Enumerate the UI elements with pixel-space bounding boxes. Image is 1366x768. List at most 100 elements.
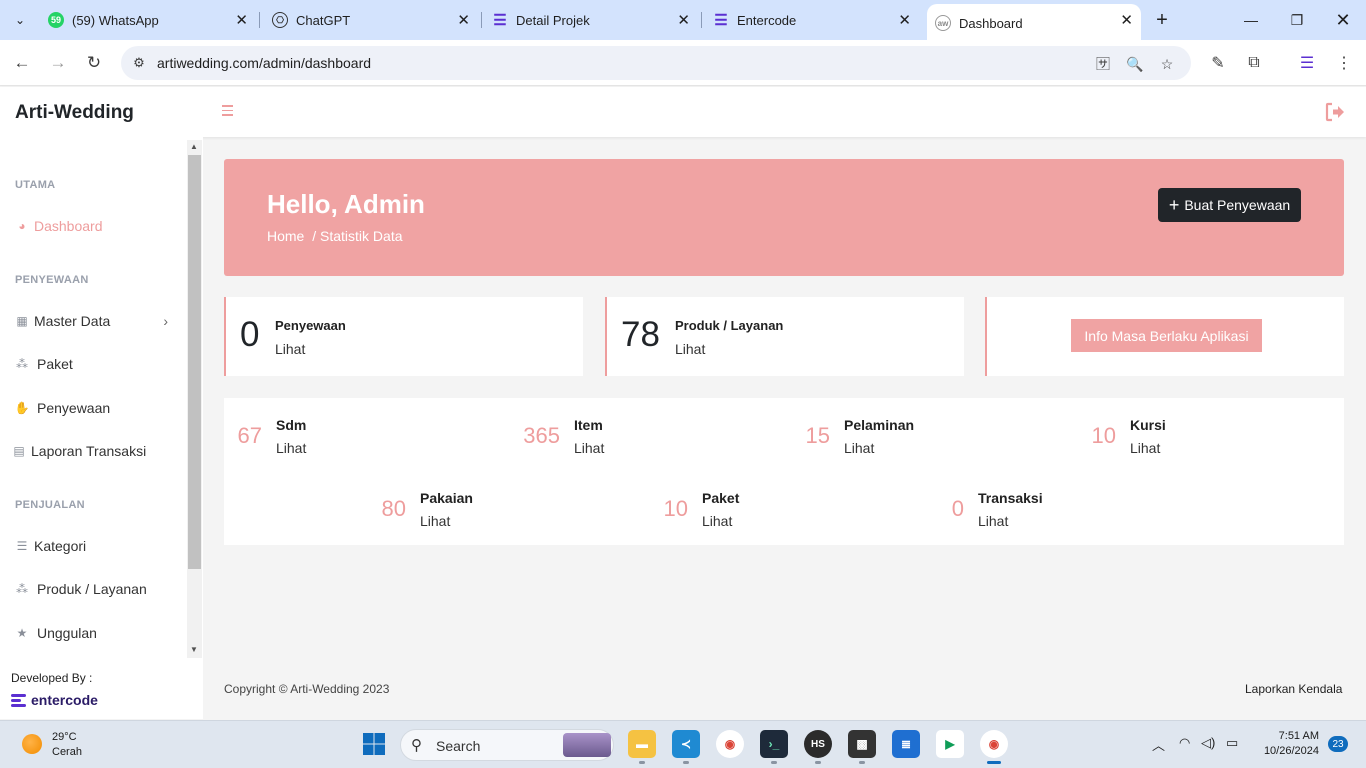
logout-icon[interactable] xyxy=(1324,101,1346,123)
stat-view-link[interactable]: Lihat xyxy=(574,440,604,456)
stat-label: Sdm xyxy=(276,417,307,433)
scroll-up-arrow[interactable]: ▲ xyxy=(190,142,198,151)
heidisql-icon[interactable]: HS xyxy=(804,730,832,758)
close-tab-icon[interactable]: ✕ xyxy=(235,11,248,29)
notepad-icon[interactable]: ≣ xyxy=(892,730,920,758)
tab-detail-projek[interactable]: ☰ Detail Projek ✕ xyxy=(484,6,698,34)
new-tab-button[interactable]: + xyxy=(1150,8,1174,32)
windows-start-icon[interactable] xyxy=(360,730,388,758)
create-rental-button[interactable]: + Buat Penyewaan xyxy=(1158,188,1301,222)
stat-value: 10 xyxy=(1091,423,1116,448)
reload-button[interactable]: ↻ xyxy=(81,50,107,76)
weather-sun-icon[interactable] xyxy=(22,734,42,754)
sidebar: UTAMA ◕ Dashboard PENYEWAAN ▦ Master Dat… xyxy=(0,137,203,719)
cubes-icon: ⁂ xyxy=(16,582,28,596)
google-meet-icon[interactable]: ▶ xyxy=(936,730,964,758)
stat-view-link[interactable]: Lihat xyxy=(675,341,705,357)
url-text[interactable]: artiwedding.com/admin/dashboard xyxy=(157,55,371,71)
scroll-down-arrow[interactable]: ▼ xyxy=(190,645,198,654)
list-icon: ☰ xyxy=(16,539,28,553)
close-tab-icon[interactable]: ✕ xyxy=(1120,11,1133,29)
site-info-icon[interactable]: ⚙ xyxy=(129,53,149,73)
breadcrumb-home[interactable]: Home xyxy=(267,228,304,244)
breadcrumb: Home / Statistik Data xyxy=(267,228,403,244)
terminal-icon[interactable]: ›_ xyxy=(760,730,788,758)
sidebar-item-unggulan[interactable]: ★ Unggulan xyxy=(13,621,173,645)
developed-by-label: Developed By : xyxy=(11,671,93,685)
app-validity-info-button[interactable]: Info Masa Berlaku Aplikasi xyxy=(1071,319,1262,352)
sidebar-item-dashboard[interactable]: ◕ Dashboard xyxy=(13,214,173,238)
stat-view-link[interactable]: Lihat xyxy=(1130,440,1160,456)
stat-view-link[interactable]: Lihat xyxy=(276,440,306,456)
entercode-logo[interactable]: entercode xyxy=(11,692,98,708)
sidebar-toggle-icon[interactable] xyxy=(222,102,240,122)
tab-chatgpt[interactable]: ⎔ ChatGPT ✕ xyxy=(264,6,478,34)
minimize-button[interactable]: — xyxy=(1228,6,1274,34)
vscode-icon[interactable]: ≺ xyxy=(672,730,700,758)
app-header: Arti-Wedding xyxy=(0,87,1366,137)
tab-dashboard[interactable]: aw Dashboard ✕ xyxy=(927,4,1141,40)
statistics-panel: 67 Sdm Lihat 365 Item Lihat 15 Pelaminan… xyxy=(224,398,1344,545)
stat-value: 80 xyxy=(381,496,406,521)
sidebar-item-kategori[interactable]: ☰ Kategori xyxy=(13,534,173,558)
chrome-profile-icon[interactable]: ◉ xyxy=(716,730,744,758)
tray-overflow-chevron-icon[interactable]: ︿ xyxy=(1152,735,1165,754)
extensions-icon[interactable]: ⧉ xyxy=(1243,52,1265,74)
wifi-icon[interactable]: ◠ xyxy=(1179,735,1190,751)
stat-view-link[interactable]: Lihat xyxy=(978,513,1008,529)
taskbar-search[interactable]: ⚲ Search xyxy=(400,729,614,761)
bookmark-star-icon[interactable]: ☆ xyxy=(1156,53,1178,75)
close-tab-icon[interactable]: ✕ xyxy=(457,11,470,29)
translate-icon[interactable]: 🈂 xyxy=(1092,53,1114,75)
edit-pen-icon[interactable]: ✎ xyxy=(1207,52,1229,74)
stat-view-link[interactable]: Lihat xyxy=(702,513,732,529)
chrome-icon[interactable]: ◉ xyxy=(980,730,1008,758)
file-explorer-icon[interactable]: ▬ xyxy=(628,730,656,758)
volume-icon[interactable]: ◁) xyxy=(1201,735,1215,751)
restore-button[interactable]: ❐ xyxy=(1274,6,1320,34)
notification-badge[interactable]: 23 xyxy=(1328,736,1348,752)
sidebar-item-label: Master Data xyxy=(34,313,111,329)
clock-time: 7:51 AM xyxy=(1278,730,1319,742)
entercode-extension-icon[interactable]: ☰ xyxy=(1296,52,1318,74)
close-tab-icon[interactable]: ✕ xyxy=(898,11,911,29)
close-tab-icon[interactable]: ✕ xyxy=(677,11,690,29)
back-button[interactable]: ← xyxy=(9,50,35,76)
stat-view-link[interactable]: Lihat xyxy=(275,341,305,357)
sidebar-item-label: Unggulan xyxy=(37,625,97,641)
address-bar[interactable]: ⚙ artiwedding.com/admin/dashboard 🈂 🔍 ☆ xyxy=(121,46,1191,80)
windows-taskbar: 29°C Cerah ⚲ Search ▬ ≺ ◉ ›_ HS ▩ ≣ ▶ ◉ … xyxy=(0,720,1366,768)
stat-value: 67 xyxy=(237,423,262,448)
screenshot-tool-icon[interactable]: ▩ xyxy=(848,730,876,758)
tab-entercode[interactable]: ☰ Entercode ✕ xyxy=(705,6,919,34)
sidebar-item-produk-layanan[interactable]: ⁂ Produk / Layanan xyxy=(13,577,173,601)
report-issue-link[interactable]: Laporkan Kendala xyxy=(1245,682,1342,696)
stat-view-link[interactable]: Lihat xyxy=(420,513,450,529)
taskbar-clock[interactable]: 7:51 AM 10/26/2024 xyxy=(1257,729,1319,759)
handshake-icon: ✋ xyxy=(14,401,30,415)
stat-view-link[interactable]: Lihat xyxy=(844,440,874,456)
sidebar-item-label: Dashboard xyxy=(34,218,103,234)
forward-button[interactable]: → xyxy=(45,50,71,76)
brand-logo[interactable]: Arti-Wedding xyxy=(15,102,134,124)
stat-label: Pelaminan xyxy=(844,417,915,433)
tab-title: ChatGPT xyxy=(296,12,351,28)
sidebar-item-master-data[interactable]: ▦ Master Data › xyxy=(13,309,173,333)
weather-widget[interactable]: 29°C Cerah xyxy=(52,730,82,760)
chatgpt-icon: ⎔ xyxy=(272,12,288,28)
tab-whatsapp[interactable]: 59 (59) WhatsApp ✕ xyxy=(40,6,256,34)
sidebar-scrollbar[interactable]: ▲ ▼ xyxy=(187,140,202,658)
battery-icon[interactable]: ▭ xyxy=(1226,735,1238,751)
browser-menu-icon[interactable]: ⋮ xyxy=(1333,52,1355,74)
browser-tab-bar: ⌄ 59 (59) WhatsApp ✕ ⎔ ChatGPT ✕ ☰ Detai… xyxy=(0,0,1366,40)
sidebar-item-paket[interactable]: ⁂ Paket xyxy=(13,352,173,376)
sidebar-item-penyewaan[interactable]: ✋ Penyewaan xyxy=(13,396,173,420)
scrollbar-thumb[interactable] xyxy=(188,155,201,569)
close-window-button[interactable]: ✕ xyxy=(1320,6,1366,34)
sidebar-item-laporan-transaksi[interactable]: ▤ Laporan Transaksi xyxy=(13,439,173,463)
zoom-icon[interactable]: 🔍 xyxy=(1124,53,1146,75)
tab-search-dropdown[interactable]: ⌄ xyxy=(8,8,32,32)
copyright-text: Copyright © Arti-Wedding 2023 xyxy=(224,682,390,696)
browser-toolbar: ← → ↻ ⚙ artiwedding.com/admin/dashboard … xyxy=(0,40,1366,86)
stat-card-penyewaan: 0 Penyewaan Lihat xyxy=(224,297,583,376)
